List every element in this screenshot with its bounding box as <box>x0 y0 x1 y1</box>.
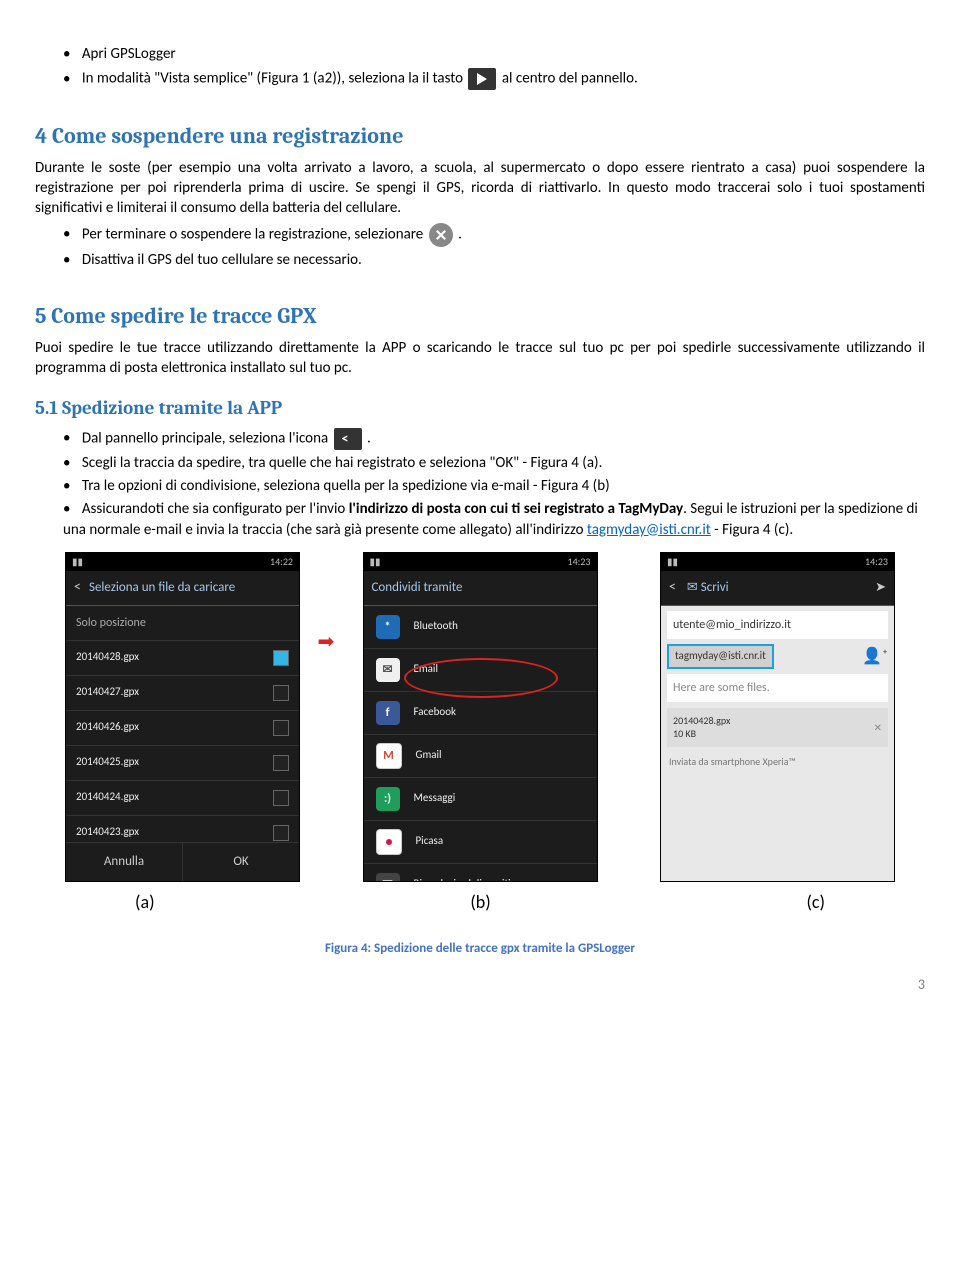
dialog-header: <Seleziona un file da caricare <box>66 571 299 606</box>
back-icon[interactable]: < <box>74 578 81 597</box>
remove-attachment-icon[interactable]: ✕ <box>874 721 882 735</box>
share-item-picasa[interactable]: Picasa <box>364 821 597 864</box>
compose-header: < ✉ Scrivi ➤ <box>661 571 894 606</box>
share-item-gmail[interactable]: MGmail <box>364 735 597 778</box>
subject-field[interactable]: Here are some files. <box>667 674 888 702</box>
share-item-messages[interactable]: :)Messaggi <box>364 778 597 821</box>
label-b: (b) <box>470 890 490 914</box>
share-icon <box>334 428 362 450</box>
file-list: Solo posizione 20140428.gpx 20140427.gpx… <box>66 606 299 842</box>
label-c: (c) <box>806 890 825 914</box>
bullet-configure-email: Assicurandoti che sia configurato per l'… <box>63 499 925 540</box>
bullet-list-intro: Apri GPSLogger <box>35 44 925 64</box>
screenshot-c: ▮▮14:23 < ✉ Scrivi ➤ utente@mio_indirizz… <box>660 552 895 882</box>
envelope-icon: ✉ <box>376 658 400 682</box>
list-item[interactable]: Solo posizione <box>66 606 299 641</box>
bluetooth-icon: * <box>376 615 400 639</box>
subfigure-labels: (a) (b) (c) <box>35 882 925 914</box>
screenshot-b: ▮▮14:23 Condividi tramite *Bluetooth ✉Em… <box>363 552 598 882</box>
heading-sec4: 4 Come sospendere una registrazione <box>35 122 925 152</box>
bullet-choose-track: Scegli la traccia da spedire, tra quelle… <box>63 453 925 473</box>
bullet-terminate: Per terminare o sospendere la registrazi… <box>63 223 925 247</box>
checkbox-icon[interactable] <box>273 685 289 701</box>
gmail-icon: M <box>376 743 402 769</box>
share-list: *Bluetooth ✉Email fFacebook MGmail :)Mes… <box>364 606 597 881</box>
heading-sec5: 5 Come spedire le tracce GPX <box>35 302 925 332</box>
attachment-chip[interactable]: 20140428.gpx10 KB ✕ <box>667 708 888 747</box>
close-icon <box>429 223 453 247</box>
para-sec4: Durante le soste (per esempio una volta … <box>35 158 925 219</box>
bullet-list-intro2: In modalità "Vista semplice" (Figura 1 (… <box>35 68 925 90</box>
arrow-annotation-icon <box>318 629 335 656</box>
device-icon: ▣ <box>376 873 400 881</box>
checkbox-icon[interactable] <box>273 790 289 806</box>
status-bar: ▮▮14:23 <box>661 553 894 571</box>
bullet-list-sec4: Per terminare o sospendere la registrazi… <box>35 223 925 270</box>
share-item-bluetooth[interactable]: *Bluetooth <box>364 606 597 649</box>
dialog-buttons: Annulla OK <box>66 842 299 881</box>
screenshot-a: ▮▮14:22 <Seleziona un file da caricare S… <box>65 552 300 882</box>
bullet-select-icon: Dal pannello principale, seleziona l'ico… <box>63 428 925 450</box>
list-item[interactable]: 20140424.gpx <box>66 781 299 816</box>
checkbox-icon[interactable] <box>273 650 289 666</box>
figure-caption: Figura 4: Spedizione delle tracce gpx tr… <box>35 940 925 958</box>
dialog-header: Condividi tramite <box>364 571 597 606</box>
add-contact-icon[interactable]: 👤⁺ <box>862 646 888 668</box>
picasa-icon <box>376 829 402 855</box>
status-bar: ▮▮14:23 <box>364 553 597 571</box>
bullet-vista-semplice: In modalità "Vista semplice" (Figura 1 (… <box>63 68 925 90</box>
list-item[interactable]: 20140428.gpx <box>66 641 299 676</box>
checkbox-icon[interactable] <box>273 720 289 736</box>
list-item[interactable]: 20140423.gpx <box>66 816 299 842</box>
list-item[interactable]: 20140426.gpx <box>66 711 299 746</box>
label-a: (a) <box>135 890 155 914</box>
signature-text: Inviata da smartphone Xperia™ <box>661 747 894 777</box>
heading-sec51: 5.1 Spedizione tramite la APP <box>35 396 925 422</box>
bullet-open-gpslogger: Apri GPSLogger <box>63 44 925 64</box>
to-chip[interactable]: tagmyday@isti.cnr.it <box>667 644 774 669</box>
compose-body: utente@mio_indirizzo.it tagmyday@isti.cn… <box>661 606 894 881</box>
para-sec5: Puoi spedire le tue tracce utilizzando d… <box>35 338 925 379</box>
checkbox-icon[interactable] <box>273 825 289 841</box>
list-item[interactable]: 20140427.gpx <box>66 676 299 711</box>
share-item-play-on-device[interactable]: ▣Riproduci sul dispositivo <box>364 864 597 881</box>
page-number: 3 <box>35 976 925 995</box>
oval-annotation-icon <box>404 658 558 698</box>
list-item[interactable]: 20140425.gpx <box>66 746 299 781</box>
bullet-disable-gps: Disattiva il GPS del tuo cellulare se ne… <box>63 250 925 270</box>
cancel-button[interactable]: Annulla <box>66 843 183 881</box>
send-icon[interactable]: ➤ <box>875 579 886 597</box>
facebook-icon: f <box>376 701 400 725</box>
ok-button[interactable]: OK <box>183 843 299 881</box>
back-icon[interactable]: < <box>669 578 676 595</box>
checkbox-icon[interactable] <box>273 755 289 771</box>
bullet-list-sec51: Dal pannello principale, seleziona l'ico… <box>35 428 925 540</box>
play-icon <box>468 68 496 90</box>
messages-icon: :) <box>376 787 400 811</box>
share-item-facebook[interactable]: fFacebook <box>364 692 597 735</box>
from-field[interactable]: utente@mio_indirizzo.it <box>667 611 888 639</box>
bullet-share-options: Tra le opzioni di condivisione, selezion… <box>63 476 925 496</box>
screenshots-row: ▮▮14:22 <Seleziona un file da caricare S… <box>35 552 925 882</box>
status-bar: ▮▮14:22 <box>66 553 299 571</box>
link-tagmyday-email[interactable]: tagmyday@isti.cnr.it <box>587 521 711 539</box>
